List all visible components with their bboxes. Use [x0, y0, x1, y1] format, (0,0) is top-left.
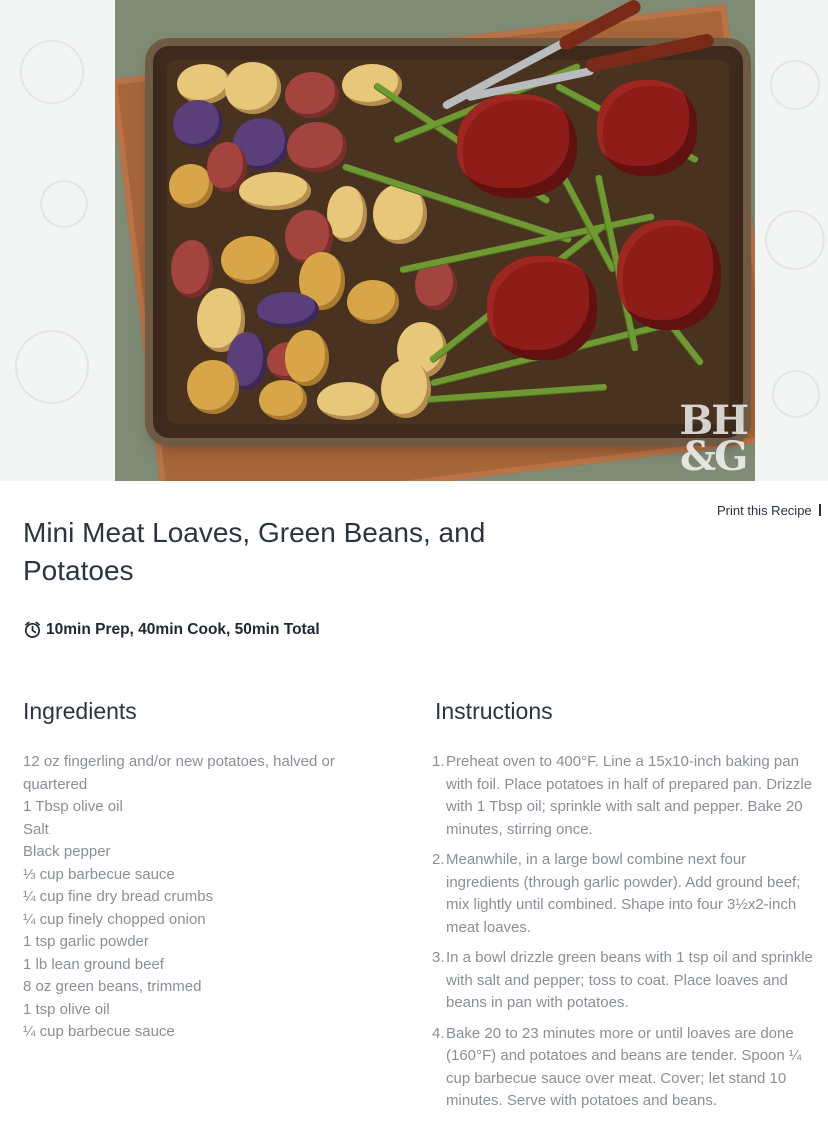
ingredients-list: 12 oz fingerling and/or new potatoes, ha… [23, 751, 383, 1044]
potato [221, 236, 279, 284]
step-number: 4. [432, 1024, 445, 1042]
alarm-clock-icon [24, 621, 41, 638]
potato [173, 100, 223, 148]
ingredient-item: 1 tsp garlic powder [23, 933, 149, 950]
instruction-step: 1. Preheat oven to 400°F. Line a 15x10-in… [432, 751, 820, 841]
green-bean [427, 383, 607, 403]
recipe-timing: 10min Prep, 40min Cook, 50min Total [23, 620, 320, 639]
ingredient-item: ¼ cup barbecue sauce [23, 1023, 175, 1040]
potato [347, 280, 399, 324]
step-text: Bake 20 to 23 minutes more or until loav… [446, 1024, 802, 1110]
potato [285, 72, 339, 118]
meat-loaf [617, 220, 721, 330]
potato [259, 380, 307, 420]
step-text: In a bowl drizzle green beans with 1 tsp… [446, 949, 813, 1011]
food-doodle-background [15, 330, 89, 404]
food-doodle-background [772, 370, 820, 418]
potato [285, 330, 329, 386]
step-number: 1. [432, 753, 445, 770]
timing-text: 10min Prep, 40min Cook, 50min Total [46, 620, 320, 638]
step-text: Meanwhile, in a large bowl combine next … [446, 851, 801, 936]
potato [317, 382, 379, 420]
print-recipe-link[interactable]: Print this Recipe [717, 503, 821, 518]
print-recipe-label: Print this Recipe [717, 503, 812, 518]
ingredient-item: 1 Tbsp olive oil [23, 798, 123, 815]
step-number: 2. [432, 851, 445, 868]
instructions-heading: Instructions [435, 698, 553, 724]
recipe-title: Mini Meat Loaves, Green Beans, and Potat… [23, 517, 486, 586]
food-doodle-background [20, 40, 84, 104]
ingredient-item: Salt [23, 820, 49, 838]
potato [177, 64, 231, 104]
ingredient-item: ¼ cup finely chopped onion [23, 910, 206, 928]
potato [225, 62, 281, 114]
hero-banner: BH &G [0, 0, 828, 481]
potato [239, 172, 311, 210]
potato [287, 122, 347, 172]
ingredient-item: 1 lb lean ground beef [23, 955, 164, 973]
food-doodle-background [40, 180, 88, 228]
potato [171, 240, 213, 298]
ingredient-item: 1 tsp olive oil [23, 1000, 110, 1018]
ingredient-item: 8 oz green beans, trimmed [23, 978, 202, 995]
food-doodle-background [765, 210, 825, 270]
potato [327, 186, 367, 242]
instruction-step: 3. In a bowl drizzle green beans with 1 t… [432, 947, 820, 1015]
instruction-step: 2. Meanwhile, in a large bowl combine nex… [432, 849, 820, 939]
bhg-logo: BH &G [679, 397, 749, 480]
meat-loaf [457, 94, 577, 198]
instructions-list: 1. Preheat oven to 400°F. Line a 15x10-in… [432, 751, 820, 1121]
meat-loaf [597, 80, 697, 176]
step-text: Preheat oven to 400°F. Line a 15x10-inch… [446, 753, 813, 838]
step-number: 3. [432, 949, 445, 966]
food-doodle-background [770, 60, 820, 110]
ingredient-item: 12 oz fingerling and/or new potatoes, ha… [23, 753, 335, 793]
ingredient-item: ¼ cup fine dry bread crumbs [23, 888, 214, 905]
recipe-photo: BH &G [115, 0, 755, 481]
ingredient-item: Black pepper [23, 843, 111, 860]
ingredients-heading: Ingredients [23, 698, 137, 724]
potato [187, 360, 239, 414]
ingredient-item: ⅓ cup barbecue sauce [23, 865, 175, 883]
instruction-step: 4. Bake 20 to 23 minutes more or until lo… [432, 1023, 820, 1113]
potato [381, 360, 431, 418]
divider [818, 504, 821, 516]
meat-loaf [487, 256, 597, 360]
potato [257, 292, 319, 328]
